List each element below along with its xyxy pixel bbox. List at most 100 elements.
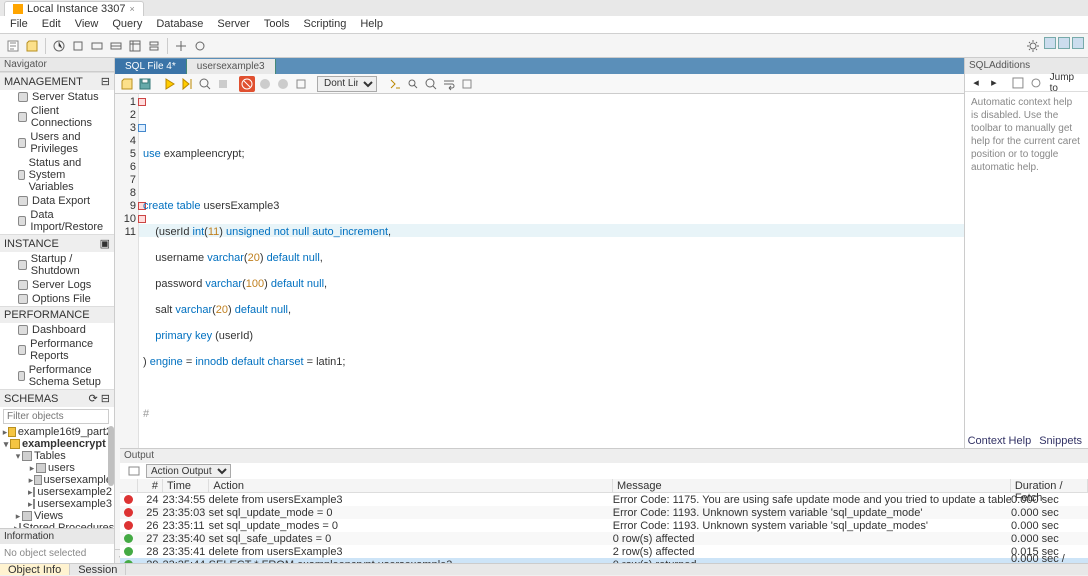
- panel-toggle-1[interactable]: [1044, 37, 1056, 49]
- invisible-icon[interactable]: [459, 76, 475, 92]
- tool-icon-8[interactable]: [191, 37, 209, 55]
- execute-icon[interactable]: [161, 76, 177, 92]
- execute-step-icon[interactable]: [179, 76, 195, 92]
- open-file-icon[interactable]: [119, 76, 135, 92]
- menu-scripting[interactable]: Scripting: [298, 16, 353, 33]
- output-rows[interactable]: 2423:34:55 delete from usersExample3Erro…: [120, 493, 1088, 563]
- rp-back-icon[interactable]: ◂: [968, 75, 984, 91]
- limit-select[interactable]: Dont Limit: [317, 76, 377, 92]
- stop-icon[interactable]: [215, 76, 231, 92]
- refresh-icon[interactable]: ⟳ ⊟: [89, 392, 111, 405]
- tool-icon-4[interactable]: [107, 37, 125, 55]
- tree-db1[interactable]: ▸example16t9_part2: [0, 426, 114, 438]
- context-help-text: Automatic context help is disabled. Use …: [965, 92, 1088, 178]
- section-management: MANAGEMENT⊟: [0, 72, 114, 90]
- schema-filter-input[interactable]: [3, 409, 109, 424]
- no-commit-icon[interactable]: [239, 76, 255, 92]
- explain-icon[interactable]: [197, 76, 213, 92]
- section-instance: INSTANCE▣: [0, 234, 114, 252]
- menu-database[interactable]: Database: [150, 16, 209, 33]
- instance-icon: ▣: [100, 237, 110, 250]
- output-panel: Context Help Snippets Output Action Outp…: [120, 448, 1088, 563]
- menu-help[interactable]: Help: [354, 16, 389, 33]
- nav-startup[interactable]: Startup / Shutdown: [0, 252, 114, 278]
- schema-scrollbar[interactable]: [108, 426, 114, 486]
- open-sql-icon[interactable]: [23, 37, 41, 55]
- tool-icon-5[interactable]: [126, 37, 144, 55]
- no-object-label: No object selected: [0, 544, 114, 563]
- nav-options-file[interactable]: Options File: [0, 292, 114, 306]
- tree-views[interactable]: ▸Views: [0, 510, 114, 522]
- nav-server-logs[interactable]: Server Logs: [0, 278, 114, 292]
- rp-manual-icon[interactable]: [1028, 75, 1044, 91]
- menu-query[interactable]: Query: [106, 16, 148, 33]
- nav-data-import[interactable]: Data Import/Restore: [0, 208, 114, 234]
- nav-data-export[interactable]: Data Export: [0, 194, 114, 208]
- status-object-info[interactable]: Object Info: [0, 564, 70, 575]
- panel-toggle-3[interactable]: [1072, 37, 1084, 49]
- tree-stored-procedures[interactable]: ▸Stored Procedures: [0, 522, 114, 528]
- nav-users-privileges[interactable]: Users and Privileges: [0, 130, 114, 156]
- output-row[interactable]: 2423:34:55 delete from usersExample3Erro…: [120, 493, 1088, 506]
- nav-client-connections[interactable]: Client Connections: [0, 104, 114, 130]
- output-row[interactable]: 2523:35:03 set sql_update_mode = 0Error …: [120, 506, 1088, 519]
- window-tab-label: Local Instance 3307: [27, 3, 125, 15]
- tree-table-users[interactable]: ▸users: [0, 462, 114, 474]
- close-icon[interactable]: ×: [129, 4, 134, 14]
- output-header-row: # Time Action Message Duration / Fetch: [120, 479, 1088, 493]
- window-tab[interactable]: Local Instance 3307 ×: [4, 1, 144, 16]
- gear-icon[interactable]: [1024, 37, 1042, 55]
- nav-perf-schema[interactable]: Performance Schema Setup: [0, 363, 114, 389]
- output-row[interactable]: 2823:35:41 delete from usersExample32 ro…: [120, 545, 1088, 558]
- new-sql-tab-icon[interactable]: [4, 37, 22, 55]
- save-icon[interactable]: [137, 76, 153, 92]
- rp-auto-icon[interactable]: [1010, 75, 1026, 91]
- output-row[interactable]: 2623:35:11 set sql_update_modes = 0Error…: [120, 519, 1088, 532]
- tool-icon-1[interactable]: [50, 37, 68, 55]
- wrap-icon[interactable]: [441, 76, 457, 92]
- nav-dashboard[interactable]: Dashboard: [0, 323, 114, 337]
- search-icon[interactable]: [423, 76, 439, 92]
- commit-icon[interactable]: [257, 76, 273, 92]
- output-row[interactable]: 2723:35:40 set sql_safe_updates = 00 row…: [120, 532, 1088, 545]
- tool-icon-6[interactable]: [145, 37, 163, 55]
- home-icon: [13, 4, 23, 14]
- file-tab-inactive[interactable]: usersexample3: [187, 59, 276, 74]
- rp-fwd-icon[interactable]: ▸: [986, 75, 1002, 91]
- file-tab-active[interactable]: SQL File 4*: [115, 59, 187, 74]
- find-icon[interactable]: [405, 76, 421, 92]
- beautify-icon[interactable]: [387, 76, 403, 92]
- tool-icon-7[interactable]: [172, 37, 190, 55]
- tab-snippets[interactable]: Snippets: [1039, 435, 1082, 447]
- tree-db2[interactable]: ▾exampleencrypt: [0, 438, 114, 450]
- nav-status-variables[interactable]: Status and System Variables: [0, 156, 114, 194]
- tool-icon-2[interactable]: [69, 37, 87, 55]
- tree-table-usersexample3[interactable]: ▸usersexample3: [0, 498, 114, 510]
- navigator-title: Navigator: [0, 58, 114, 72]
- collapse-icon[interactable]: ⊟: [101, 75, 110, 88]
- panel-toggle-2[interactable]: [1058, 37, 1070, 49]
- nav-perf-reports[interactable]: Performance Reports: [0, 337, 114, 363]
- output-type-icon[interactable]: [126, 463, 142, 479]
- tree-table-usersexample2[interactable]: ▸usersexample2: [0, 486, 114, 498]
- tab-context-help[interactable]: Context Help: [968, 435, 1032, 447]
- status-err-icon: [124, 508, 133, 517]
- menu-server[interactable]: Server: [211, 16, 255, 33]
- menu-view[interactable]: View: [69, 16, 105, 33]
- output-type-select[interactable]: Action Output: [146, 464, 231, 478]
- status-session[interactable]: Session: [70, 564, 126, 575]
- rollback-icon[interactable]: [275, 76, 291, 92]
- tree-table-usersexample[interactable]: ▸usersexample: [0, 474, 114, 486]
- tree-tables[interactable]: ▾Tables: [0, 450, 114, 462]
- status-ok-icon: [124, 534, 133, 543]
- tool-icon-3[interactable]: [88, 37, 106, 55]
- autocommit-icon[interactable]: [293, 76, 309, 92]
- navigator-panel: Navigator MANAGEMENT⊟ Server Status Clie…: [0, 58, 115, 563]
- main-toolbar: [0, 34, 1088, 58]
- menu-file[interactable]: File: [4, 16, 34, 33]
- menu-bar: File Edit View Query Database Server Too…: [0, 16, 1088, 34]
- menu-tools[interactable]: Tools: [258, 16, 296, 33]
- nav-server-status[interactable]: Server Status: [0, 90, 114, 104]
- menu-edit[interactable]: Edit: [36, 16, 67, 33]
- jump-to-label[interactable]: Jump to: [1050, 72, 1085, 94]
